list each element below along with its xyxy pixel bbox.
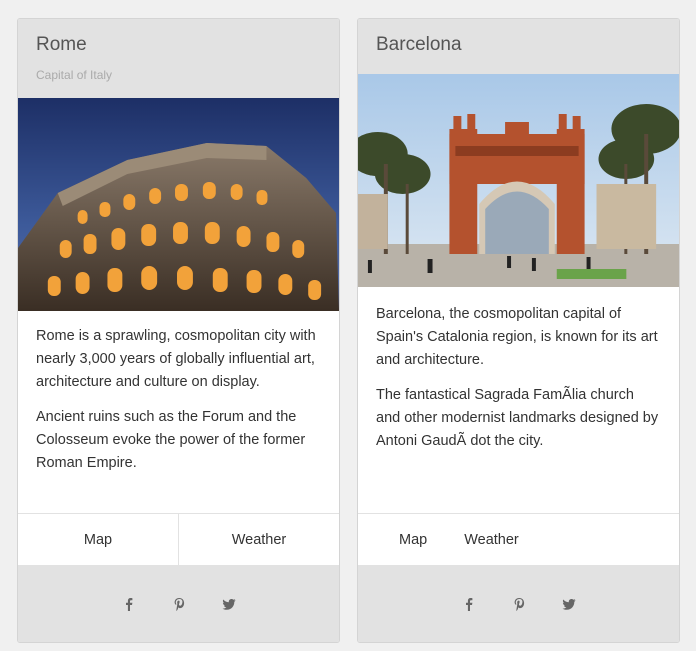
card-paragraph: The fantastical Sagrada FamÃlia church a… <box>376 387 659 449</box>
twitter-icon[interactable] <box>558 593 580 615</box>
card-rome: Rome Capital of Italy Rome is a sprawlin… <box>17 18 340 643</box>
card-header: Barcelona <box>358 19 679 74</box>
weather-button[interactable]: Weather <box>464 532 519 548</box>
card-barcelona: Barcelona Barcelona, the cosmopolitan ca… <box>357 18 680 643</box>
card-header: Rome Capital of Italy <box>18 19 339 98</box>
card-actions: Map Weather <box>358 513 679 565</box>
pinterest-icon[interactable] <box>508 593 530 615</box>
card-footer <box>18 565 339 642</box>
card-subtitle: Capital of Italy <box>36 68 113 82</box>
card-footer <box>358 565 679 642</box>
card-body: Barcelona, the cosmopolitan capital of S… <box>358 287 679 513</box>
pinterest-icon[interactable] <box>168 593 190 615</box>
arc-de-triomf-image <box>358 74 679 287</box>
facebook-icon[interactable] <box>118 593 140 615</box>
card-body: Rome is a sprawling, cosmopolitan city w… <box>18 311 339 513</box>
map-button[interactable]: Map <box>399 532 427 548</box>
weather-button[interactable]: Weather <box>178 514 339 565</box>
card-paragraph: Ancient ruins such as the Forum and the … <box>36 409 306 471</box>
card-title: Barcelona <box>376 34 462 55</box>
card-paragraph: Rome is a sprawling, cosmopolitan city w… <box>36 328 316 390</box>
twitter-icon[interactable] <box>218 593 240 615</box>
map-button[interactable]: Map <box>18 514 178 565</box>
card-title: Rome <box>36 34 87 55</box>
card-actions: Map Weather <box>18 513 339 565</box>
facebook-icon[interactable] <box>458 593 480 615</box>
page-frame: Rome Capital of Italy Rome is a sprawlin… <box>6 6 690 645</box>
card-paragraph: Barcelona, the cosmopolitan capital of S… <box>376 306 658 368</box>
colosseum-image <box>18 98 339 311</box>
